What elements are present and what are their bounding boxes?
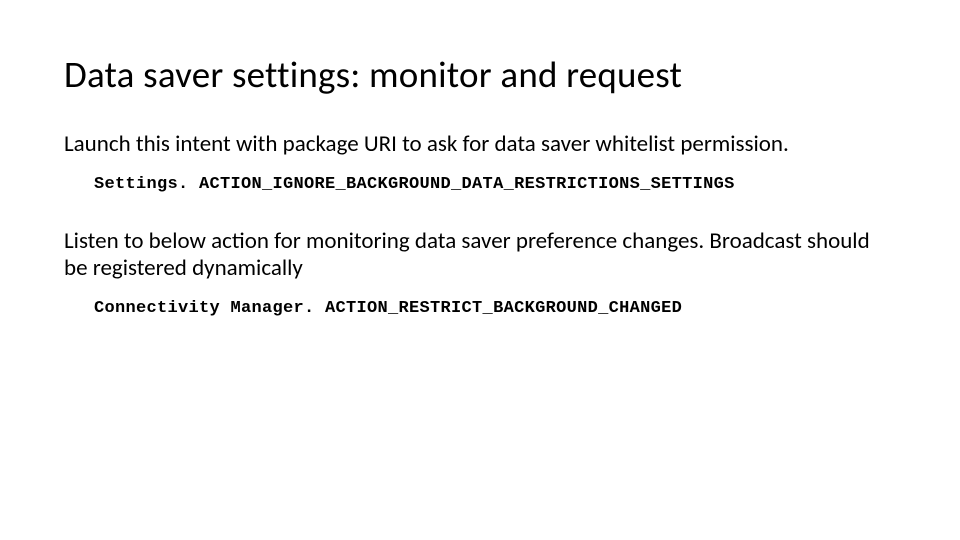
- intro-paragraph-2: Listen to below action for monitoring da…: [64, 228, 896, 283]
- code-snippet-1: Settings. ACTION_IGNORE_BACKGROUND_DATA_…: [94, 175, 896, 194]
- slide-title: Data saver settings: monitor and request: [64, 52, 896, 97]
- code-snippet-2: Connectivity Manager. ACTION_RESTRICT_BA…: [94, 299, 896, 318]
- intro-paragraph-1: Launch this intent with package URI to a…: [64, 131, 896, 159]
